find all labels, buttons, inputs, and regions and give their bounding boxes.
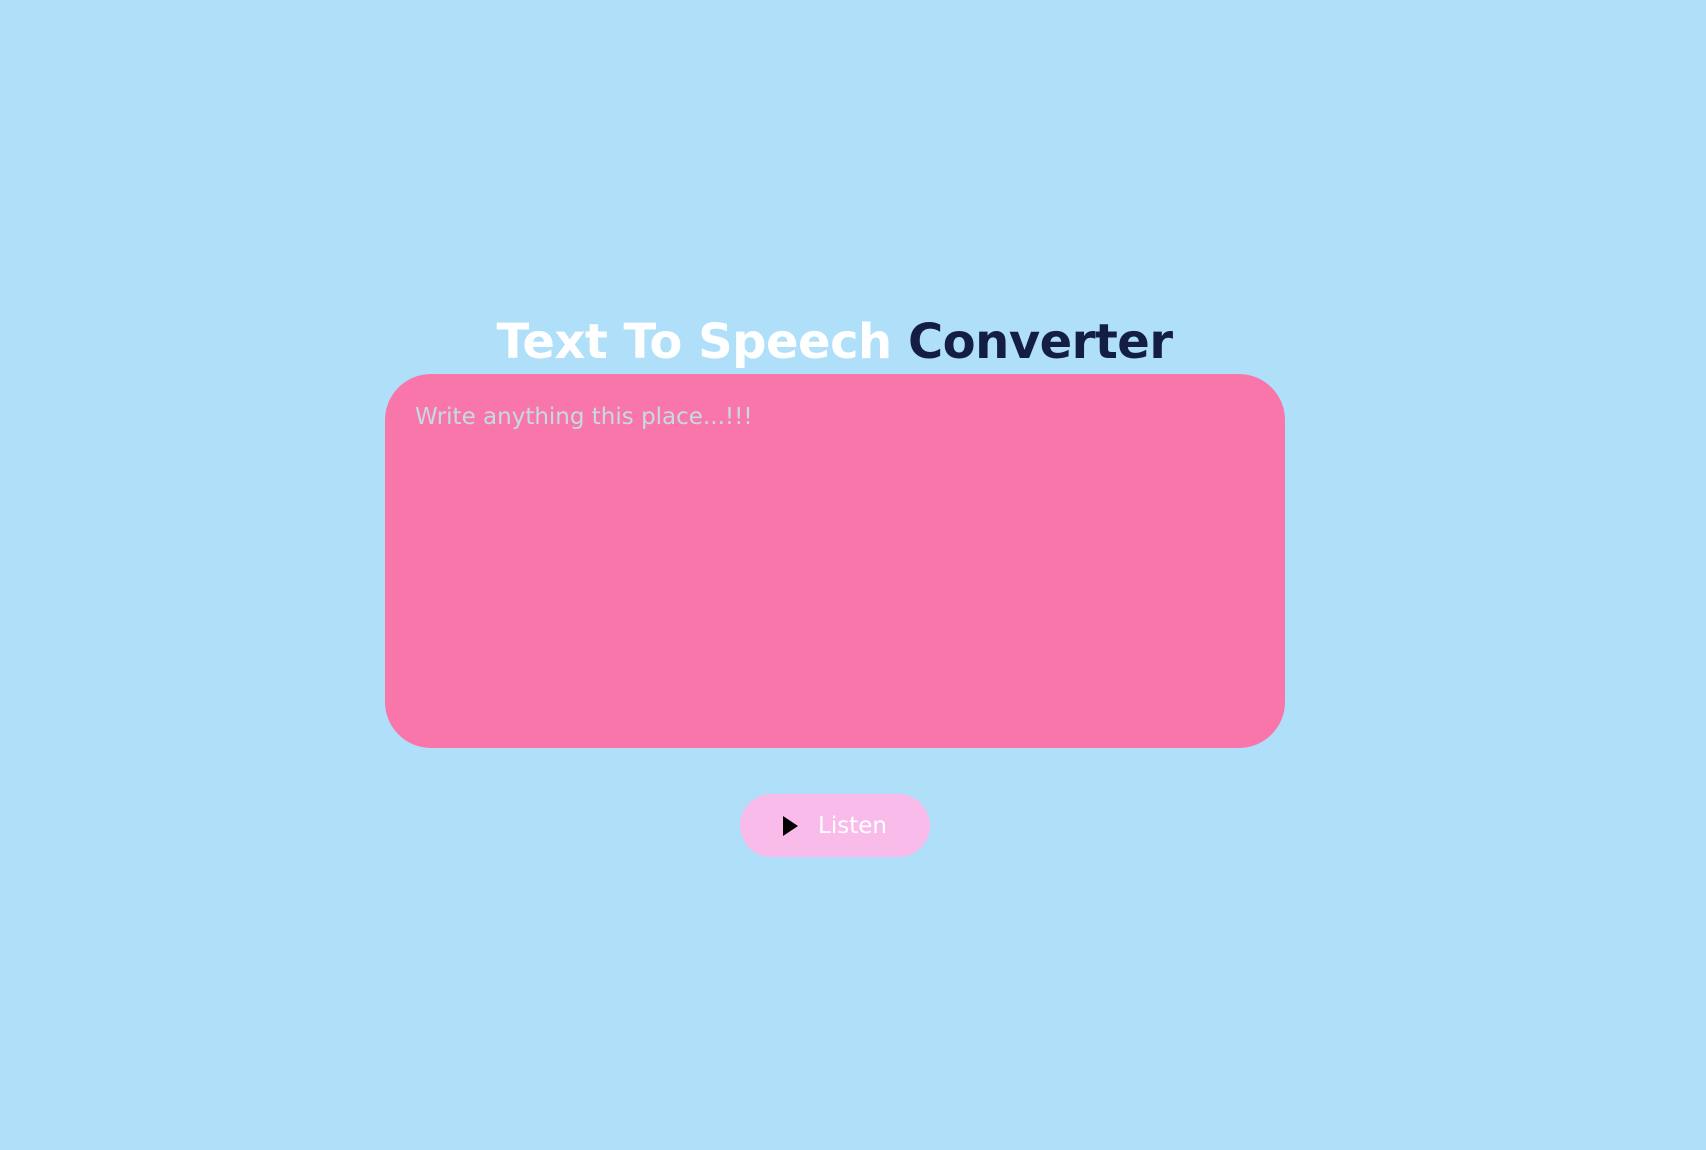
title-part-light: Text To Speech xyxy=(496,314,892,370)
app-container: Text To Speech Converter Listen xyxy=(0,0,1706,1150)
page-title: Text To Speech Converter xyxy=(0,312,1669,372)
title-part-dark: Converter xyxy=(907,314,1173,370)
listen-button[interactable]: Listen xyxy=(740,794,930,857)
listen-button-label: Listen xyxy=(818,812,887,839)
text-input-area[interactable] xyxy=(385,374,1285,748)
play-icon xyxy=(783,815,799,836)
